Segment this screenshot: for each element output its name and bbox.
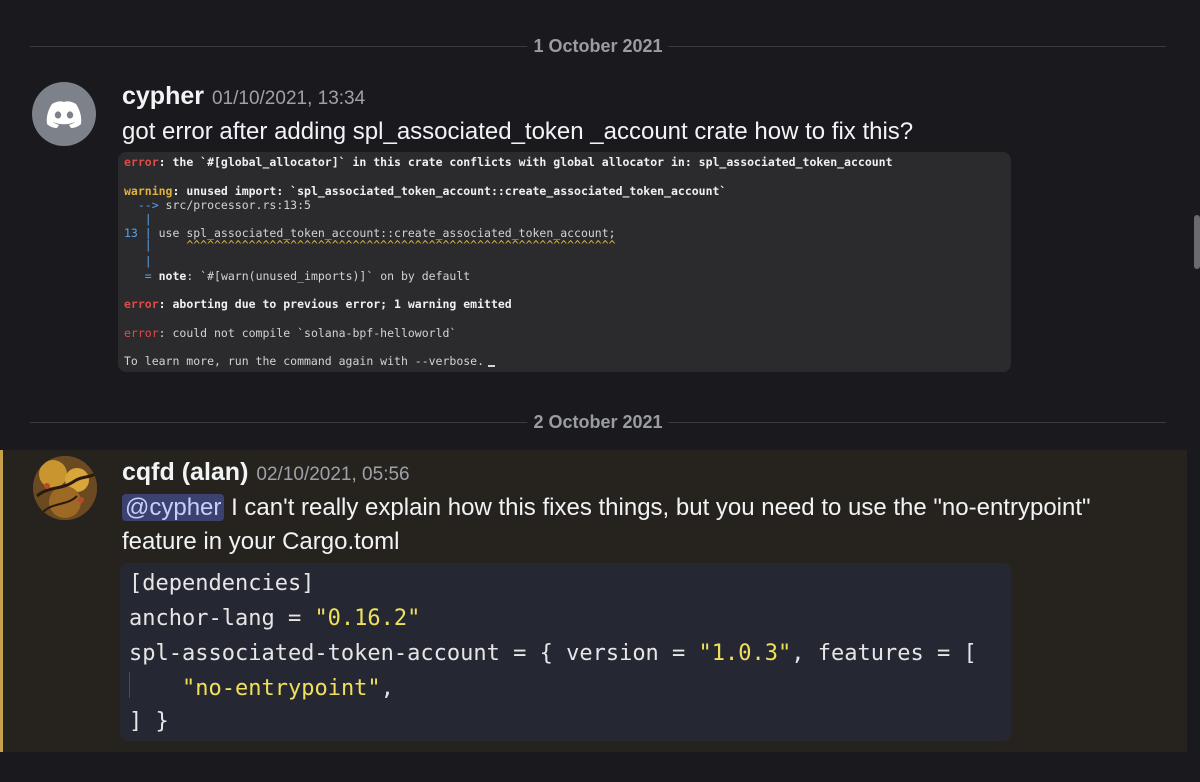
avatar[interactable] [33,456,97,520]
terminal-line: To learn more, run the command again wit… [124,354,485,368]
message-timestamp: 02/10/2021, 05:56 [256,464,410,485]
code-block[interactable]: [dependencies] anchor-lang = "0.16.2" sp… [120,563,1011,741]
message-timestamp: 01/10/2021, 13:34 [211,88,366,109]
code-string: "no-entrypoint" [182,676,381,701]
terminal-line: : the `#[global_allocator]` in this crat… [158,155,893,169]
date-divider: 1 October 2021 [30,36,1166,56]
message-header: cqfd (alan) 02/10/2021, 05:56 [122,458,410,487]
message-header: cypher 01/10/2021, 13:34 [122,82,365,111]
message-text-part: I can't really explain how this fixes th… [224,494,1091,521]
scrollbar-thumb[interactable] [1194,215,1200,269]
note-label: note [158,269,187,283]
terminal-line: src/processor.rs:13:5 [165,198,311,212]
author-name[interactable]: cypher [122,82,204,110]
message-text: @cypher I can't really explain how this … [122,491,1182,559]
code-punct: , features = [ [791,641,977,666]
warning-label: warning [124,184,173,198]
error-label: error [124,297,159,311]
terminal-gutter: = [124,269,159,283]
terminal-line: : `#[warn(unused_imports)]` on by defaul… [186,269,471,283]
artwork-avatar-icon [33,456,97,520]
terminal-carets: ^^^^^^^^^^^^^^^^^^^^^^^^^^^^^^^^^^^^^^^^… [158,238,616,252]
code-key: spl-associated-token-account = { version… [129,641,699,666]
terminal-line: : unused import: `spl_associated_token_a… [172,184,727,198]
divider-date: 1 October 2021 [527,36,669,56]
terminal-gutter: | [124,254,152,268]
indent-guide [129,672,130,698]
terminal-gutter: | [124,238,159,252]
date-divider: 2 October 2021 [30,412,1166,432]
avatar[interactable] [32,82,96,146]
terminal-arrow: --> [124,198,166,212]
code-line: ] } [129,709,169,734]
code-string: "1.0.3" [698,641,792,666]
author-name[interactable]: cqfd (alan) [122,458,248,486]
error-label: error [124,326,159,340]
code-string: "0.16.2" [314,606,421,631]
terminal-line: : aborting due to previous error; 1 warn… [158,297,512,311]
user-mention[interactable]: @cypher [122,494,225,521]
terminal-gutter: | [124,212,152,226]
mention-highlight-bar [0,450,3,752]
terminal-line: : could not compile `solana-bpf-hellowor… [158,326,457,340]
code-key: anchor-lang = [129,606,315,631]
divider-date: 2 October 2021 [527,412,669,432]
terminal-cursor [488,365,496,367]
error-label: error [124,155,159,169]
message-text-part: feature in your Cargo.toml [122,528,400,555]
discord-logo-icon [46,101,82,128]
code-line: [dependencies] [129,571,315,596]
code-punct: , [380,676,394,701]
attached-image-terminal-output[interactable]: error: the `#[global_allocator]` in this… [118,152,1011,372]
message-text: got error after adding spl_associated_to… [122,118,914,145]
